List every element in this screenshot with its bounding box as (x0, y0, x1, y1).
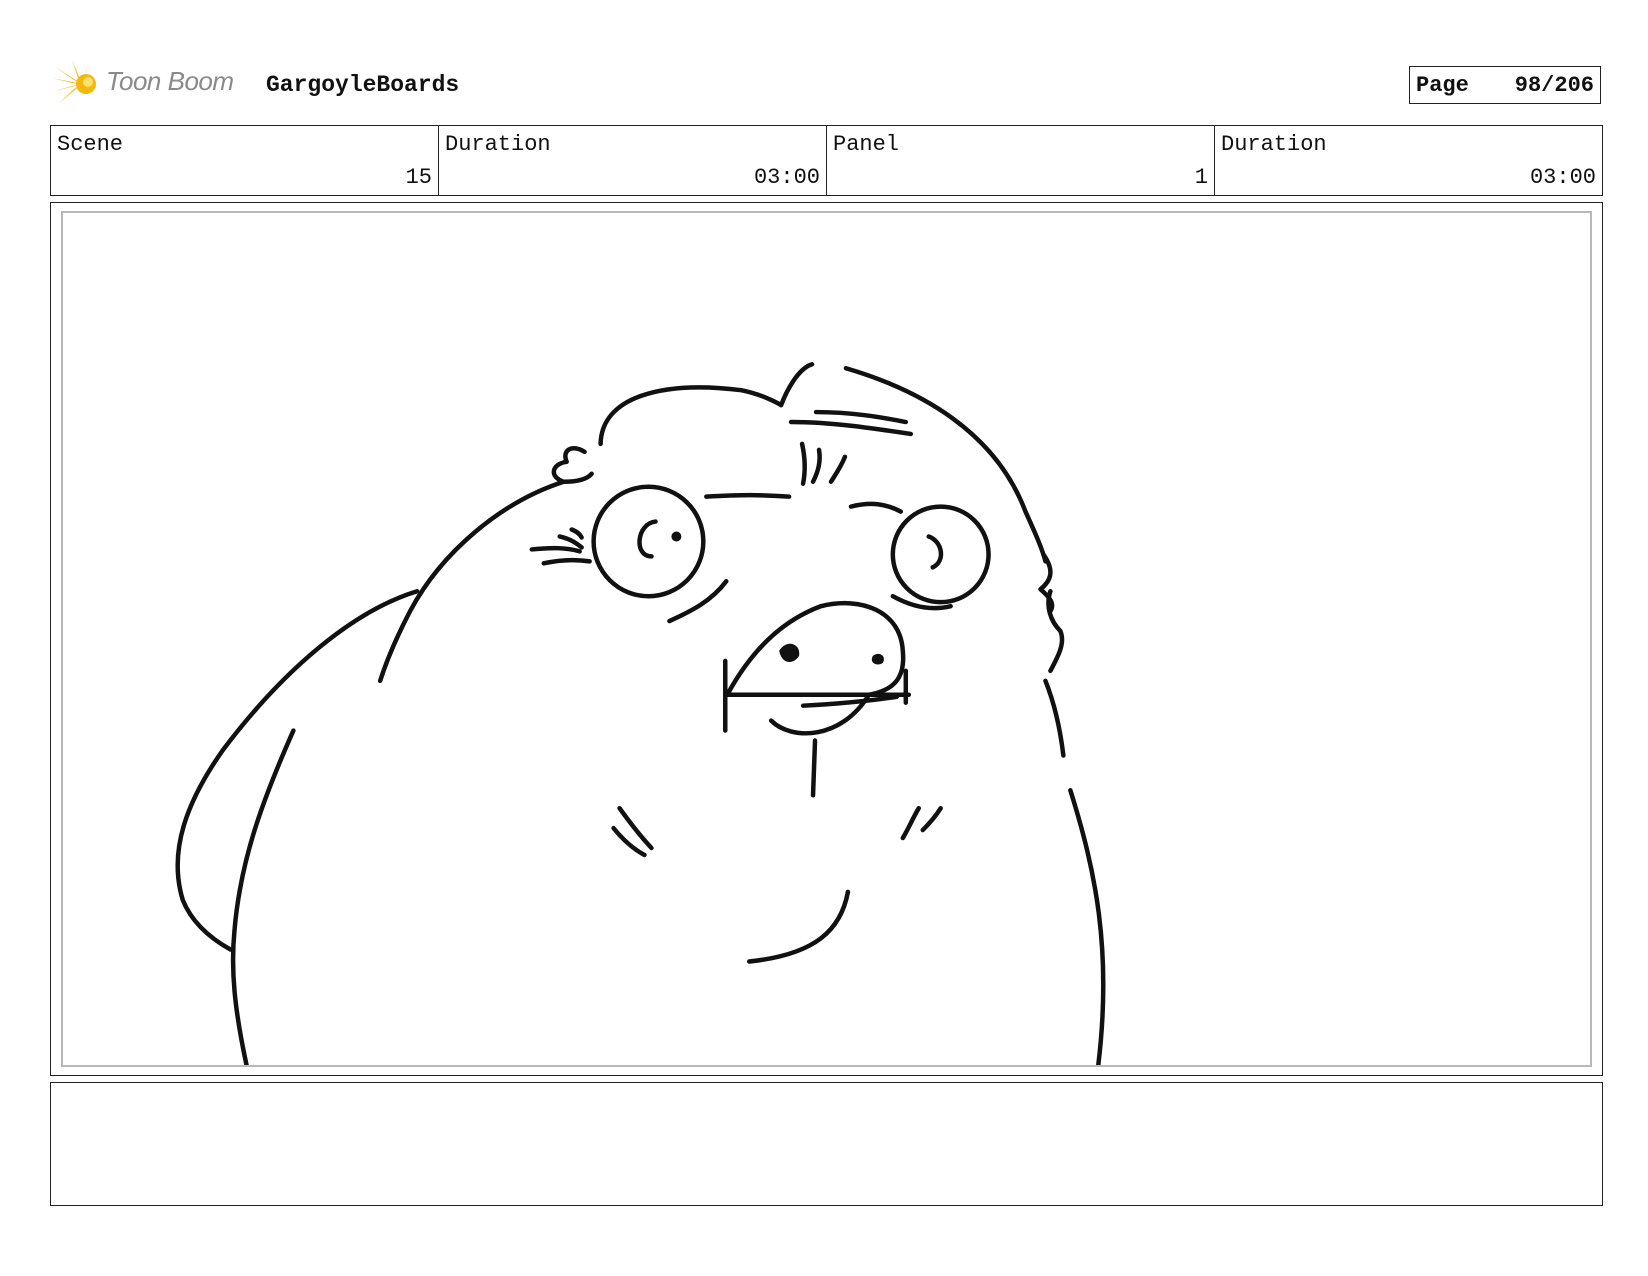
scene-duration-label: Duration (445, 132, 551, 157)
project-title: GargoyleBoards (266, 72, 460, 98)
scene-cell: Scene 15 (51, 126, 439, 195)
page-number: 98/206 (1514, 72, 1594, 98)
toon-boom-logo: Toon Boom (52, 56, 252, 112)
panel-cell: Panel 1 (827, 126, 1215, 195)
storyboard-panel-frame (50, 202, 1603, 1076)
panel-duration-label: Duration (1221, 132, 1327, 157)
scene-duration-cell: Duration 03:00 (439, 126, 827, 195)
scene-label: Scene (57, 132, 124, 157)
panel-notes-box (50, 1082, 1603, 1206)
panel-duration-cell: Duration 03:00 (1215, 126, 1602, 195)
character-sketch (175, 362, 1106, 1065)
page-label: Page (1416, 72, 1469, 98)
panel-duration-value: 03:00 (1529, 165, 1596, 190)
starburst-icon (52, 60, 96, 104)
scene-value: 15 (405, 165, 432, 190)
storyboard-panel-drawing (61, 211, 1592, 1067)
logo-text: Toon Boom (106, 66, 234, 96)
panel-label: Panel (833, 132, 900, 157)
panel-value: 1 (1194, 165, 1208, 190)
page-indicator: Page 98/206 (1409, 66, 1601, 104)
info-row: Scene 15 Duration 03:00 Panel 1 Duration… (50, 125, 1603, 196)
scene-duration-value: 03:00 (753, 165, 820, 190)
